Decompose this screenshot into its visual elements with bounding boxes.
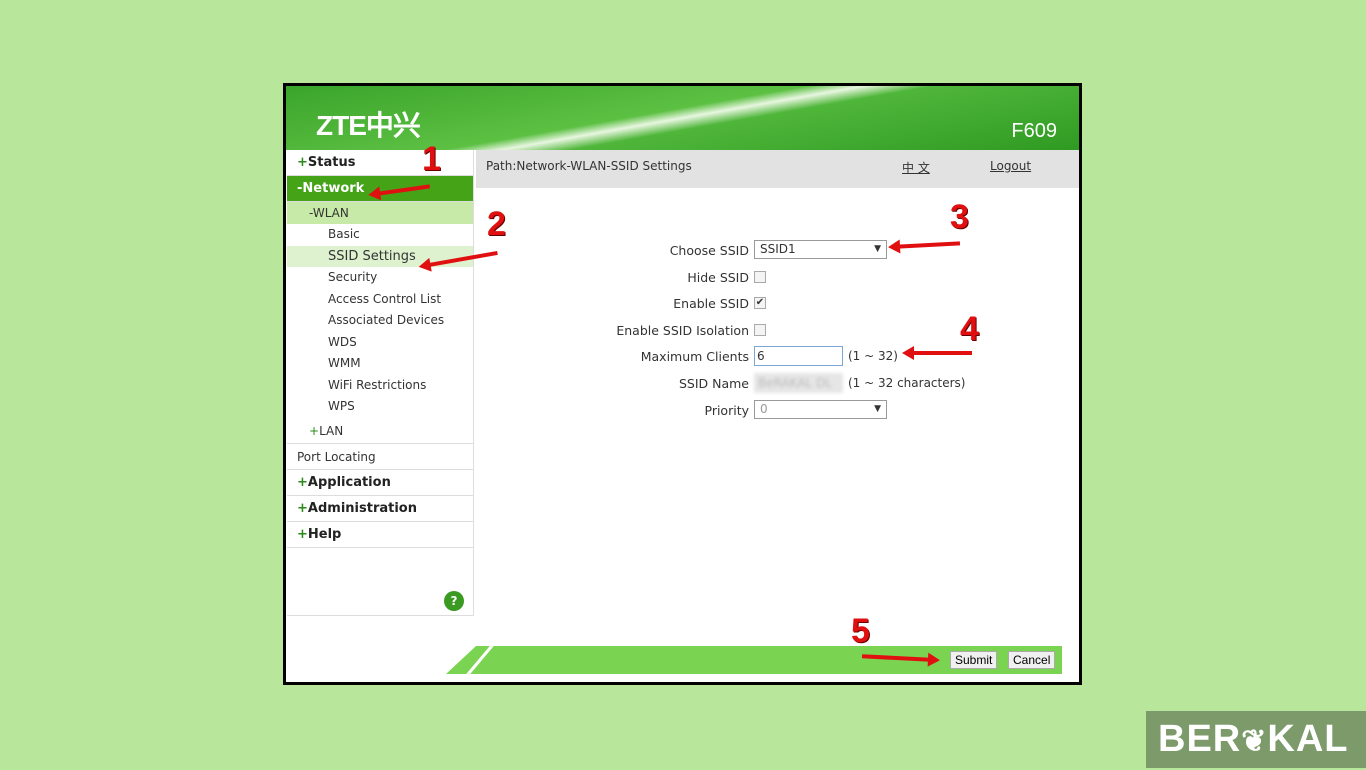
enable-ssid-label: Enable SSID — [673, 296, 749, 311]
sidebar-item-application[interactable]: +Application — [287, 470, 473, 496]
expand-icon: + — [297, 474, 308, 490]
sidebar-item-wps[interactable]: WPS — [287, 396, 473, 418]
choose-ssid-label: Choose SSID — [669, 243, 749, 258]
label: Status — [307, 155, 356, 170]
max-clients-label: Maximum Clients — [640, 349, 749, 364]
sidebar-item-wifi-restrictions[interactable]: WiFi Restrictions — [287, 375, 473, 397]
priority-select[interactable]: 0 ▼ — [754, 400, 887, 419]
label: WLAN — [312, 206, 349, 220]
max-clients-input[interactable]: 6 — [754, 346, 843, 366]
annotation-number-4: 4 — [960, 310, 979, 348]
priority-row: Priority 0 ▼ — [476, 400, 1079, 422]
sidebar-item-associated-devices[interactable]: Associated Devices — [287, 310, 473, 332]
sidebar-item-port-locating[interactable]: Port Locating — [287, 444, 473, 470]
ssid-isolation-label: Enable SSID Isolation — [616, 323, 749, 338]
berakal-watermark: BER❦KAL — [1146, 711, 1366, 768]
sidebar-item-wmm[interactable]: WMM — [287, 353, 473, 375]
footer-bar: Submit Cancel — [446, 646, 1062, 674]
router-admin-window: ZTE中兴 F609 +Status -Network -WLAN Basic … — [283, 83, 1082, 685]
expand-icon: + — [297, 155, 308, 170]
hide-ssid-checkbox[interactable] — [754, 271, 766, 283]
help-icon[interactable]: ? — [444, 591, 464, 611]
submit-button[interactable]: Submit — [950, 651, 998, 669]
leaf-icon: ❦ — [1241, 725, 1268, 758]
label: Application — [307, 474, 391, 490]
choose-ssid-row: Choose SSID SSID1 ▼ — [476, 240, 1079, 262]
label: Administration — [307, 500, 417, 516]
watermark-text: BER — [1158, 718, 1242, 760]
max-clients-hint: (1 ~ 32) — [848, 349, 898, 363]
dropdown-arrow-icon: ▼ — [874, 404, 881, 414]
sidebar: +Status -Network -WLAN Basic SSID Settin… — [287, 150, 474, 616]
selected-value: SSID1 — [760, 242, 796, 256]
expand-icon: + — [297, 526, 308, 542]
priority-label: Priority — [704, 403, 750, 418]
label: LAN — [319, 423, 344, 438]
annotation-number-2: 2 — [487, 205, 506, 243]
sidebar-item-wlan[interactable]: -WLAN — [287, 202, 473, 224]
selected-value: 0 — [760, 402, 768, 416]
max-clients-row: Maximum Clients 6 (1 ~ 32) — [476, 346, 1079, 368]
sidebar-item-acl[interactable]: Access Control List — [287, 289, 473, 311]
zte-logo: ZTE中兴 — [316, 110, 421, 141]
decorative-stripe — [466, 646, 494, 674]
ssid-name-hint: (1 ~ 32 characters) — [848, 376, 966, 390]
enable-ssid-row: Enable SSID ✔ — [476, 293, 1079, 315]
model-name: F609 — [1011, 120, 1057, 142]
ssid-isolation-row: Enable SSID Isolation — [476, 320, 1079, 342]
expand-icon: + — [309, 423, 320, 438]
annotation-number-5: 5 — [851, 612, 870, 650]
ssid-name-label: SSID Name — [678, 376, 749, 391]
choose-ssid-select[interactable]: SSID1 ▼ — [754, 240, 887, 259]
annotation-number-1: 1 — [422, 140, 441, 178]
hide-ssid-label: Hide SSID — [687, 270, 749, 285]
sidebar-item-lan[interactable]: +LAN — [287, 418, 473, 444]
watermark-text: KAL — [1267, 718, 1349, 760]
breadcrumb: Path:Network-WLAN-SSID Settings — [486, 159, 692, 173]
ssid-isolation-checkbox[interactable] — [754, 324, 766, 336]
sidebar-item-help[interactable]: +Help — [287, 522, 473, 548]
annotation-arrow-4 — [902, 346, 972, 360]
language-link[interactable]: 中 文 — [902, 159, 930, 176]
ssid-name-input[interactable]: BeRAKAL DL — [754, 373, 843, 393]
path-bar: Path:Network-WLAN-SSID Settings 中 文 Logo… — [476, 150, 1079, 188]
sidebar-item-status[interactable]: +Status — [287, 150, 473, 176]
hide-ssid-row: Hide SSID — [476, 267, 1079, 289]
logout-link[interactable]: Logout — [990, 159, 1031, 173]
dropdown-arrow-icon: ▼ — [874, 244, 881, 254]
label: Network — [302, 181, 365, 196]
sidebar-item-wds[interactable]: WDS — [287, 332, 473, 354]
sidebar-item-administration[interactable]: +Administration — [287, 496, 473, 522]
expand-icon: + — [297, 500, 308, 516]
cancel-button[interactable]: Cancel — [1008, 651, 1056, 669]
sidebar-item-security[interactable]: Security — [287, 267, 473, 289]
enable-ssid-checkbox[interactable]: ✔ — [754, 297, 766, 309]
annotation-number-3: 3 — [950, 198, 969, 236]
label: Help — [307, 526, 342, 542]
header-banner: ZTE中兴 F609 — [286, 86, 1079, 150]
sidebar-item-basic[interactable]: Basic — [287, 224, 473, 246]
ssid-name-row: SSID Name BeRAKAL DL (1 ~ 32 characters) — [476, 373, 1079, 395]
